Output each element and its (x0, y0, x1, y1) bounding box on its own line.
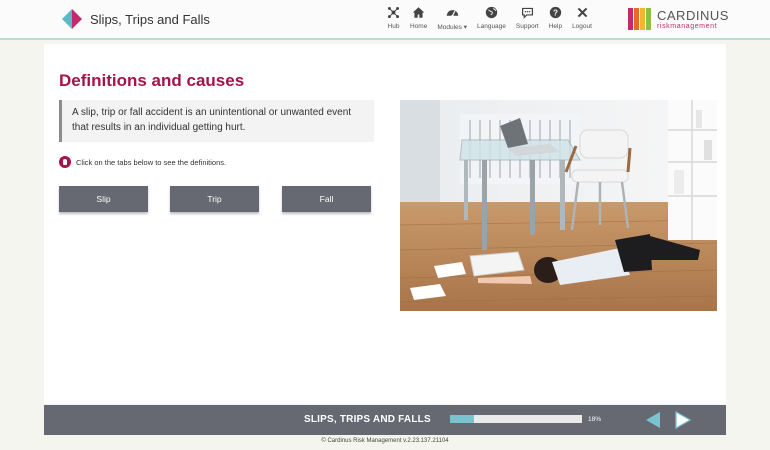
fall-illustration-image (400, 100, 717, 311)
nav-help-label: Help (548, 23, 563, 30)
footer-course-title: SLIPS, TRIPS AND FALLS (304, 414, 431, 425)
globe-icon (485, 6, 498, 19)
course-logo-icon (62, 9, 82, 29)
close-icon (577, 7, 587, 18)
progress-fill (450, 415, 474, 423)
nav-hub-label: Hub (387, 23, 400, 30)
nav-modules-label: Modules ▾ (437, 24, 467, 31)
course-title: Slips, Trips and Falls (90, 11, 210, 27)
top-nav: Hub Home Modules ▾ Language Support ? He… (382, 6, 597, 36)
logo-subtitle: riskmanagement (657, 22, 718, 30)
top-header: Slips, Trips and Falls Hub Home Modules … (0, 0, 770, 40)
nav-logout-label: Logout (572, 23, 592, 30)
nav-hub[interactable]: Hub (382, 6, 405, 36)
definition-text: A slip, trip or fall accident is an unin… (59, 100, 374, 142)
copyright-text: Cardinus Risk Management v.2.23.137.2110… (327, 438, 449, 444)
copyright-icon: © (321, 438, 326, 444)
page-title: Definitions and causes (59, 71, 245, 90)
nav-help[interactable]: ? Help (544, 6, 567, 36)
nav-modules[interactable]: Modules ▾ (432, 6, 472, 36)
nav-language-label: Language (476, 23, 506, 30)
copyright-footer: © Cardinus Risk Management v.2.23.137.21… (0, 438, 770, 444)
cardinus-logo: CARDINUS riskmanagement (628, 8, 729, 30)
brand: Slips, Trips and Falls (62, 9, 210, 29)
hub-icon (387, 6, 400, 19)
svg-text:?: ? (553, 9, 558, 18)
logo-name: CARDINUS (657, 7, 729, 23)
nav-language[interactable]: Language (472, 6, 511, 36)
next-arrow-icon[interactable] (674, 411, 692, 429)
help-icon: ? (549, 6, 562, 19)
progress-label: 18% (588, 416, 602, 423)
previous-arrow-icon[interactable] (644, 411, 662, 429)
content-card: Definitions and causes A slip, trip or f… (44, 44, 726, 404)
dashboard-icon (446, 10, 458, 17)
pointer-hand-icon (59, 156, 71, 168)
home-icon (412, 7, 425, 18)
course-footer-bar: SLIPS, TRIPS AND FALLS 18% (44, 405, 726, 435)
tab-fall-button[interactable]: Fall (282, 186, 371, 212)
instruction-text: Click on the tabs below to see the defin… (76, 157, 227, 167)
nav-support[interactable]: Support (511, 6, 544, 36)
nav-logout[interactable]: Logout (567, 6, 597, 36)
tab-slip-button[interactable]: Slip (59, 186, 148, 212)
logo-bars-icon (628, 8, 652, 30)
instruction: Click on the tabs below to see the defin… (59, 156, 226, 168)
progress-bar (450, 415, 582, 423)
nav-home[interactable]: Home (405, 6, 432, 36)
nav-home-label: Home (410, 23, 428, 30)
chat-icon (521, 7, 533, 19)
tab-trip-button[interactable]: Trip (170, 186, 259, 212)
nav-support-label: Support (515, 23, 539, 30)
